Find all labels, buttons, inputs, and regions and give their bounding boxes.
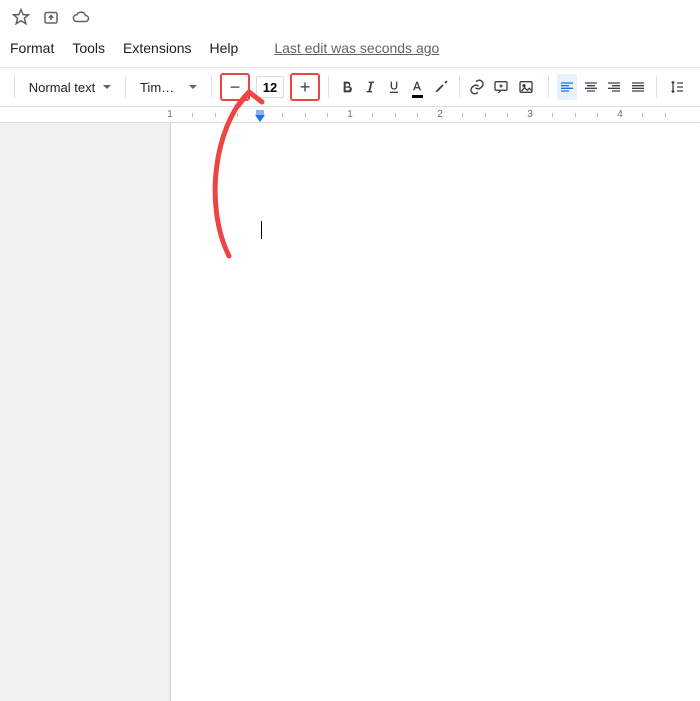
align-right-button[interactable]: [604, 74, 624, 100]
bold-button[interactable]: [337, 74, 357, 100]
italic-button[interactable]: [360, 74, 380, 100]
paragraph-style-label: Normal text: [29, 80, 95, 95]
paragraph-style-combo[interactable]: Normal text: [23, 74, 117, 100]
menubar: Format Tools Extensions Help Last edit w…: [0, 34, 700, 67]
separator: [125, 76, 126, 98]
font-size-input[interactable]: [256, 76, 284, 98]
annotation-highlight: +: [290, 73, 320, 101]
increase-font-size-button[interactable]: +: [293, 75, 317, 99]
star-icon[interactable]: [12, 8, 30, 26]
insert-link-button[interactable]: [468, 74, 488, 100]
insert-image-button[interactable]: [515, 74, 541, 100]
separator: [14, 76, 15, 98]
align-justify-button[interactable]: [628, 74, 648, 100]
toolbar: Normal text Times New… − +: [0, 67, 700, 107]
separator: [211, 76, 212, 98]
separator: [656, 76, 657, 98]
menu-format[interactable]: Format: [10, 40, 54, 56]
ruler-mark: 1: [167, 109, 173, 120]
text-cursor: [261, 221, 262, 239]
add-comment-button[interactable]: [491, 74, 511, 100]
left-indent-marker[interactable]: [255, 115, 265, 122]
separator: [328, 76, 329, 98]
highlight-color-button[interactable]: [431, 74, 451, 100]
ruler-mark: 2: [437, 109, 443, 120]
ruler-mark: 4: [617, 109, 623, 120]
separator: [548, 76, 549, 98]
workspace: [0, 123, 700, 701]
menu-tools[interactable]: Tools: [72, 40, 105, 56]
ruler[interactable]: 1 1 1 2 3 4: [0, 107, 700, 123]
caret-down-icon: [103, 85, 111, 89]
font-family-label: Times New…: [140, 80, 181, 95]
titlebar-icons: [0, 0, 700, 34]
text-color-swatch: [412, 95, 424, 98]
decrease-font-size-button[interactable]: −: [223, 75, 247, 99]
ruler-mark: 3: [527, 109, 533, 120]
separator: [459, 76, 460, 98]
underline-button[interactable]: [384, 74, 404, 100]
last-edit-link[interactable]: Last edit was seconds ago: [274, 40, 439, 56]
font-family-combo[interactable]: Times New…: [134, 74, 203, 100]
text-color-button[interactable]: [408, 74, 428, 100]
menu-extensions[interactable]: Extensions: [123, 40, 191, 56]
document-page[interactable]: [170, 123, 700, 701]
annotation-highlight: −: [220, 73, 250, 101]
ruler-mark: 1: [347, 109, 353, 120]
cloud-icon[interactable]: [72, 8, 90, 26]
caret-down-icon: [189, 85, 197, 89]
move-icon[interactable]: [42, 8, 60, 26]
left-gutter: [0, 123, 170, 701]
menu-help[interactable]: Help: [210, 40, 239, 56]
font-size-group: − +: [220, 73, 320, 101]
align-left-button[interactable]: [557, 74, 577, 100]
line-spacing-button[interactable]: [664, 74, 690, 100]
align-center-button[interactable]: [581, 74, 601, 100]
